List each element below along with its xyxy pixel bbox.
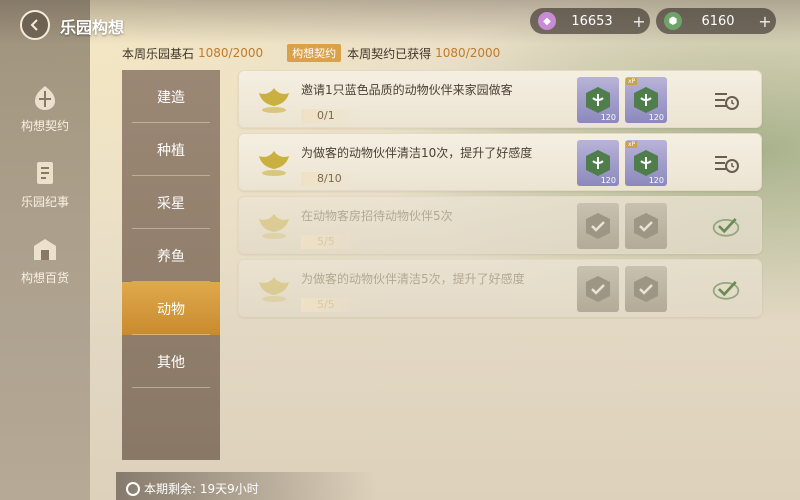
animal-emblem-icon xyxy=(259,151,289,176)
plant-badge-icon xyxy=(586,150,610,176)
animal-emblem-icon xyxy=(259,277,289,302)
task-row: 为做客的动物伙伴清洁5次，提升了好感度 5/5 xyxy=(238,259,762,317)
back-button[interactable] xyxy=(20,10,50,40)
add-green-gem-button[interactable]: + xyxy=(754,12,776,31)
completed-indicator xyxy=(711,213,741,239)
currency-pink-gem: ◆ 16653 + xyxy=(530,8,650,34)
weekly-stats: 本周乐园基石 1080/2000 构想契约 本周契约已获得 1080/2000 xyxy=(122,44,500,62)
task-title: 在动物客房招待动物伙伴5次 xyxy=(301,209,453,223)
weekly-base-label: 本周乐园基石 xyxy=(122,46,195,61)
tab-fish[interactable]: 养鱼 xyxy=(122,229,220,282)
currency-value: 6160 xyxy=(701,13,735,29)
checkmark-icon xyxy=(712,281,740,300)
task-progress: 5/5 xyxy=(301,235,361,249)
task-list: 邀请1只蓝色品质的动物伙伴来家园做客 0/1 120 xP 120 为做客的动物… xyxy=(238,70,762,322)
reward-count: 120 xyxy=(600,176,616,185)
reward-item[interactable]: 120 xyxy=(577,77,619,123)
period-timer: 本期剩余: 19天9小时 xyxy=(126,480,259,497)
reward-count: 120 xyxy=(648,113,664,122)
chronicle-icon xyxy=(37,161,53,184)
claimed-check-icon xyxy=(634,276,658,302)
weekly-contract-label: 本周契约已获得 xyxy=(347,46,432,61)
currency-green-gem: ⬢ 6160 + xyxy=(656,8,776,34)
reward-count: 120 xyxy=(648,176,664,185)
sidebar-item-label: 乐园纪事 xyxy=(20,194,69,209)
task-row: 在动物客房招待动物伙伴5次 5/5 xyxy=(238,196,762,254)
page-title: 乐园构想 xyxy=(60,18,125,37)
currency-value: 16653 xyxy=(571,13,613,29)
tasks-clock-button[interactable] xyxy=(711,150,741,176)
plant-badge-icon xyxy=(634,87,658,113)
reward-item-claimed xyxy=(577,266,619,312)
animal-emblem-icon xyxy=(259,88,289,113)
weekly-base-value: 1080/2000 xyxy=(198,46,264,60)
sidebar-item-chronicle[interactable]: 乐园纪事 xyxy=(0,146,90,222)
reward-count: 120 xyxy=(600,113,616,122)
green-gem-icon: ⬢ xyxy=(664,12,682,30)
claimed-check-icon xyxy=(586,213,610,239)
reward-tag: xP xyxy=(626,78,638,85)
task-progress: 8/10 xyxy=(301,172,361,186)
contract-badge: 构想契约 xyxy=(287,44,342,62)
store-icon xyxy=(34,238,56,260)
weekly-contract-value: 1080/2000 xyxy=(435,46,501,60)
contract-icon xyxy=(35,85,55,110)
task-title: 邀请1只蓝色品质的动物伙伴来家园做客 xyxy=(301,83,513,97)
tab-other[interactable]: 其他 xyxy=(122,335,220,388)
tasks-clock-icon xyxy=(715,93,739,110)
plant-badge-icon xyxy=(634,150,658,176)
checkmark-icon xyxy=(712,218,740,237)
reward-item-claimed xyxy=(625,203,667,249)
timer-label: 本期剩余: 19天9小时 xyxy=(144,482,259,496)
reward-item[interactable]: 120 xyxy=(577,140,619,186)
claimed-check-icon xyxy=(586,276,610,302)
task-progress: 5/5 xyxy=(301,298,361,312)
reward-tag: xP xyxy=(626,141,638,148)
completed-indicator xyxy=(711,276,741,302)
sidebar-item-store[interactable]: 构想百货 xyxy=(0,222,90,298)
tasks-clock-icon xyxy=(715,156,739,173)
sidebar-item-label: 构想百货 xyxy=(20,270,69,285)
reward-item[interactable]: xP 120 xyxy=(625,140,667,186)
sidebar-item-label: 构想契约 xyxy=(20,118,69,133)
task-title: 为做客的动物伙伴清洁5次，提升了好感度 xyxy=(301,272,525,286)
add-pink-gem-button[interactable]: + xyxy=(628,12,650,31)
tab-star[interactable]: 采星 xyxy=(122,176,220,229)
tab-animal[interactable]: 动物 xyxy=(122,282,220,335)
sidebar-item-contract[interactable]: 构想契约 xyxy=(0,70,90,146)
pink-gem-icon: ◆ xyxy=(538,12,556,30)
reward-item-claimed xyxy=(625,266,667,312)
reward-item[interactable]: xP 120 xyxy=(625,77,667,123)
back-arrow-icon xyxy=(30,19,38,31)
clock-icon xyxy=(126,481,140,496)
task-row: 为做客的动物伙伴清洁10次，提升了好感度 8/10 120 xP 120 xyxy=(238,133,762,191)
plant-badge-icon xyxy=(586,87,610,113)
reward-item-claimed xyxy=(577,203,619,249)
tab-plant[interactable]: 种植 xyxy=(122,123,220,176)
tab-build[interactable]: 建造 xyxy=(122,70,220,123)
task-title: 为做客的动物伙伴清洁10次，提升了好感度 xyxy=(301,146,533,160)
category-list: 建造 种植 采星 养鱼 动物 其他 xyxy=(122,70,220,460)
task-row: 邀请1只蓝色品质的动物伙伴来家园做客 0/1 120 xP 120 xyxy=(238,70,762,128)
side-nav: 构想契约 乐园纪事 构想百货 xyxy=(0,70,90,298)
tasks-clock-button[interactable] xyxy=(711,87,741,113)
animal-emblem-icon xyxy=(259,214,289,239)
task-progress: 0/1 xyxy=(301,109,361,123)
claimed-check-icon xyxy=(634,213,658,239)
